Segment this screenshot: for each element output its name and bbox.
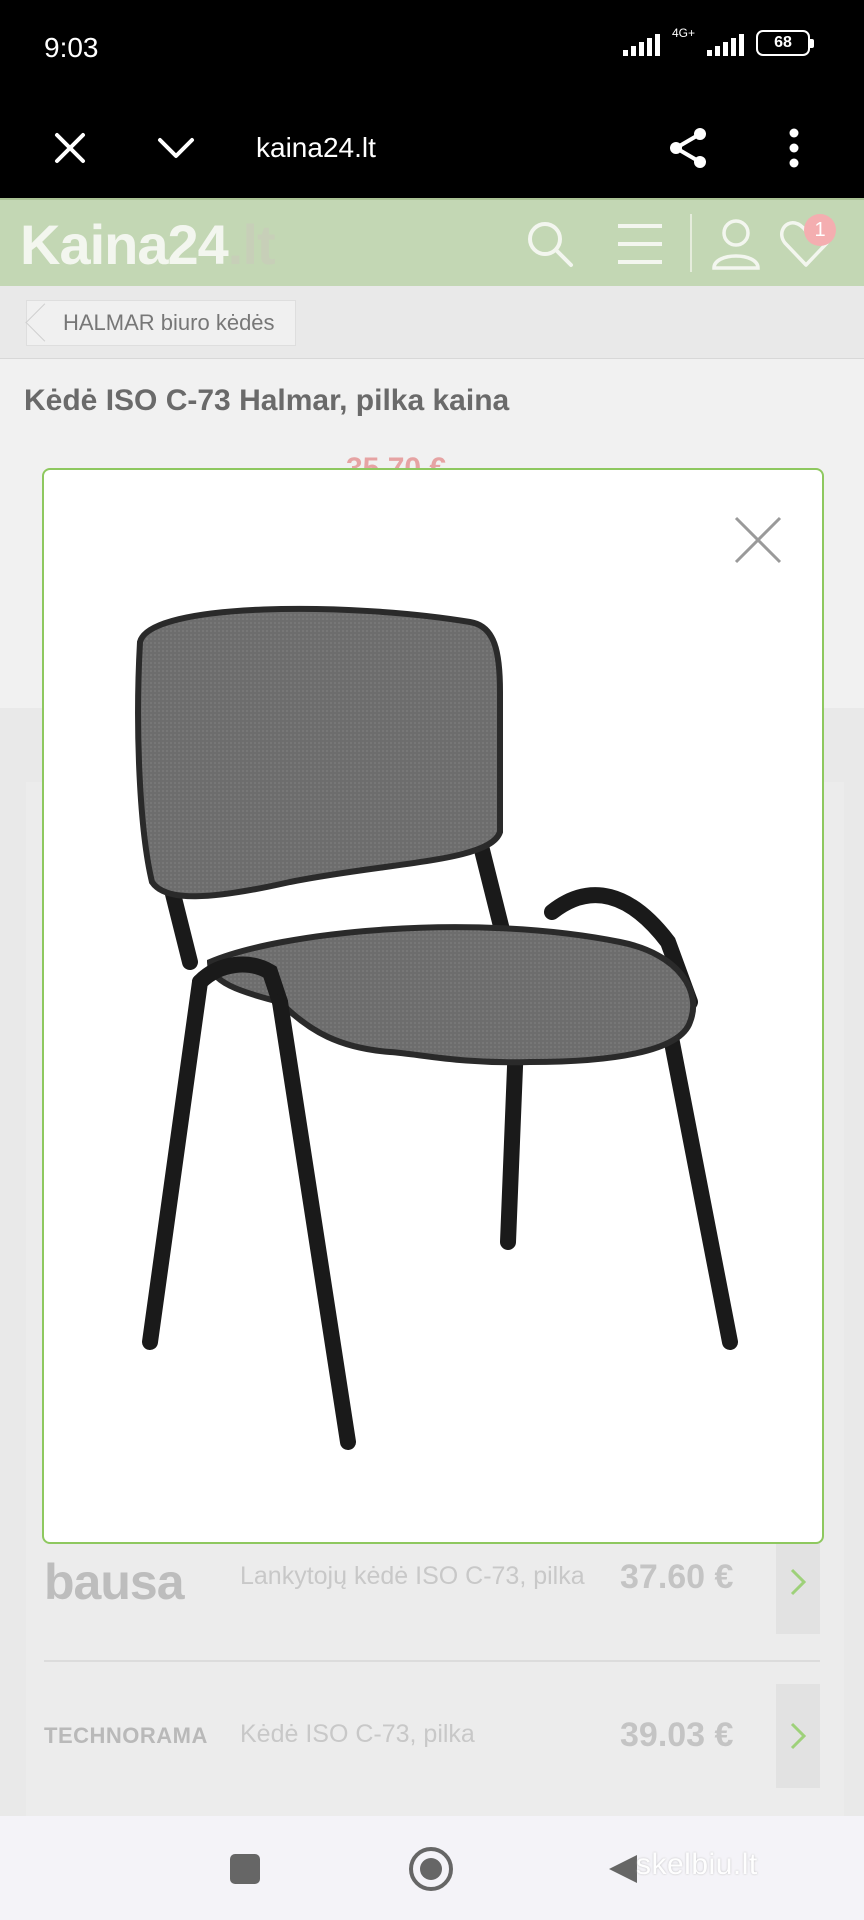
share-icon[interactable] [658, 118, 718, 178]
offer-name: Lankytojų kėdė ISO C-73, pilka [240, 1562, 585, 1590]
offer-row[interactable]: TECHNORAMA Kėdė ISO C-73, pilka 39.03 € [44, 1676, 820, 1796]
home-icon[interactable] [406, 1844, 456, 1894]
shop-name: TECHNORAMA [44, 1723, 208, 1748]
chevron-right-icon [790, 1568, 807, 1596]
close-icon[interactable] [732, 514, 784, 566]
battery-icon: 68 [756, 30, 814, 56]
site-header: Kaina24.lt 1 [0, 198, 864, 286]
logo-text: Kaina24 [20, 213, 229, 276]
logo-tld: .lt [227, 213, 276, 276]
status-time: 9:03 [44, 32, 99, 63]
chevron-right-icon [790, 1722, 807, 1750]
more-options-icon[interactable] [764, 118, 824, 178]
address-bar-url[interactable]: kaina24.lt [256, 132, 376, 164]
breadcrumb[interactable]: HALMAR biuro kėdės [26, 300, 296, 346]
chair-image [135, 605, 738, 1450]
close-icon[interactable] [40, 118, 100, 178]
watermark: skelbiu.lt [636, 1848, 758, 1881]
browser-toolbar: kaina24.lt [0, 98, 864, 198]
status-bar: 9:03 4G+ 68 [0, 0, 864, 98]
shop-logo-technorama: TECHNORAMA [44, 1676, 224, 1796]
chevron-down-icon[interactable] [146, 118, 206, 178]
offer-price: 37.60 € [620, 1558, 734, 1596]
signal-icon-2 [707, 30, 744, 56]
menu-icon[interactable] [612, 216, 668, 272]
recent-apps-icon[interactable] [220, 1844, 270, 1894]
offer-name: Kėdė ISO C-73, pilka [240, 1720, 475, 1748]
offer-go-button[interactable] [776, 1530, 820, 1634]
shop-name: bausa [44, 1554, 185, 1610]
user-icon[interactable] [708, 216, 764, 272]
network-type: 4G+ [671, 26, 695, 40]
status-indicators: 4G+ 68 [622, 26, 814, 56]
image-lightbox [42, 468, 824, 1544]
search-icon[interactable] [522, 216, 578, 272]
signal-icon [622, 30, 660, 56]
offer-price: 39.03 € [620, 1716, 734, 1754]
product-image [90, 582, 780, 1500]
divider [44, 1660, 820, 1662]
offer-go-button[interactable] [776, 1684, 820, 1788]
site-logo[interactable]: Kaina24.lt [20, 212, 276, 277]
page-title: Kėdė ISO C-73 Halmar, pilka kaina [24, 384, 510, 417]
header-divider [690, 214, 692, 272]
wishlist-count-badge: 1 [804, 214, 836, 246]
